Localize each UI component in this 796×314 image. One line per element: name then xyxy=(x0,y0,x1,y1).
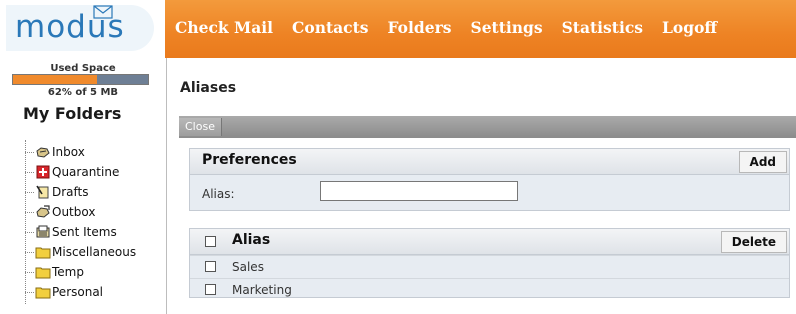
nav-folders[interactable]: Folders xyxy=(388,18,452,37)
alias-name: Marketing xyxy=(232,283,292,297)
tree-connector xyxy=(25,291,34,293)
alias-list-panel: Alias Delete Sales Marketing xyxy=(189,228,790,298)
nav-statistics[interactable]: Statistics xyxy=(562,18,643,37)
preferences-title: Preferences xyxy=(202,152,297,168)
folder-icon xyxy=(35,267,51,279)
folder-outbox[interactable]: Outbox xyxy=(25,202,95,222)
quota-bar-fill xyxy=(13,75,97,84)
quota-text: 62% of 5 MB xyxy=(47,87,119,98)
alias-list-header: Alias Delete xyxy=(190,229,789,255)
folder-label: Miscellaneous xyxy=(52,245,137,259)
page-title: Aliases xyxy=(180,80,237,96)
folder-label: Quarantine xyxy=(52,165,120,179)
sent-items-icon xyxy=(36,225,50,238)
tree-connector xyxy=(25,211,34,213)
main-nav: Check Mail Contacts Folders Settings Sta… xyxy=(175,18,717,37)
logo: modus xyxy=(0,0,165,58)
folder-drafts[interactable]: Drafts xyxy=(25,182,89,202)
quota-bar xyxy=(12,74,149,85)
alias-name: Sales xyxy=(232,260,264,274)
sidebar: Used Space 62% of 5 MB My Folders Inbox … xyxy=(0,58,167,314)
tree-connector xyxy=(25,151,34,153)
select-all-checkbox[interactable] xyxy=(205,236,216,247)
folder-label: Inbox xyxy=(52,145,85,159)
preferences-panel: Preferences Add Alias: xyxy=(189,148,790,211)
nav-contacts[interactable]: Contacts xyxy=(292,18,368,37)
nav-logoff[interactable]: Logoff xyxy=(662,18,717,37)
top-header: modus Check Mail Contacts Folders Settin… xyxy=(0,0,796,58)
envelope-icon xyxy=(93,5,113,19)
folder-label: Personal xyxy=(52,285,104,299)
folder-sent-items[interactable]: Sent Items xyxy=(25,222,117,242)
folder-temp[interactable]: Temp xyxy=(25,262,84,282)
alias-column-header: Alias xyxy=(232,232,271,248)
toolbar: Close xyxy=(179,116,796,138)
folder-miscellaneous[interactable]: Miscellaneous xyxy=(25,242,136,262)
alias-label: Alias: xyxy=(202,187,235,201)
tree-connector xyxy=(25,251,34,253)
tree-connector xyxy=(25,191,34,193)
folder-inbox[interactable]: Inbox xyxy=(25,142,85,162)
alias-row[interactable]: Sales xyxy=(190,255,789,278)
used-space-label: Used Space xyxy=(50,63,116,74)
tree-connector xyxy=(25,171,34,173)
folder-label: Drafts xyxy=(52,185,89,199)
my-folders-heading: My Folders xyxy=(23,104,122,123)
alias-form-row: Alias: xyxy=(190,175,789,211)
add-button[interactable]: Add xyxy=(738,151,787,173)
preferences-header: Preferences Add xyxy=(190,149,789,175)
folder-label: Temp xyxy=(52,265,84,279)
tree-connector xyxy=(25,231,34,233)
inbox-icon xyxy=(36,147,50,158)
tree-connector xyxy=(25,271,34,273)
nav-check-mail[interactable]: Check Mail xyxy=(175,18,273,37)
row-checkbox[interactable] xyxy=(205,261,216,272)
folder-label: Outbox xyxy=(52,205,96,219)
folder-personal[interactable]: Personal xyxy=(25,282,103,302)
drafts-icon xyxy=(36,185,49,199)
folder-icon xyxy=(35,247,51,259)
folder-label: Sent Items xyxy=(52,225,117,239)
quarantine-icon xyxy=(36,165,50,179)
row-checkbox[interactable] xyxy=(205,284,216,295)
close-button[interactable]: Close xyxy=(179,118,222,136)
folder-icon xyxy=(35,287,51,299)
folder-quarantine[interactable]: Quarantine xyxy=(25,162,119,182)
alias-input[interactable] xyxy=(320,181,518,201)
outbox-icon xyxy=(36,205,50,218)
alias-row[interactable]: Marketing xyxy=(190,278,789,301)
delete-button[interactable]: Delete xyxy=(720,231,787,253)
nav-settings[interactable]: Settings xyxy=(471,18,543,37)
